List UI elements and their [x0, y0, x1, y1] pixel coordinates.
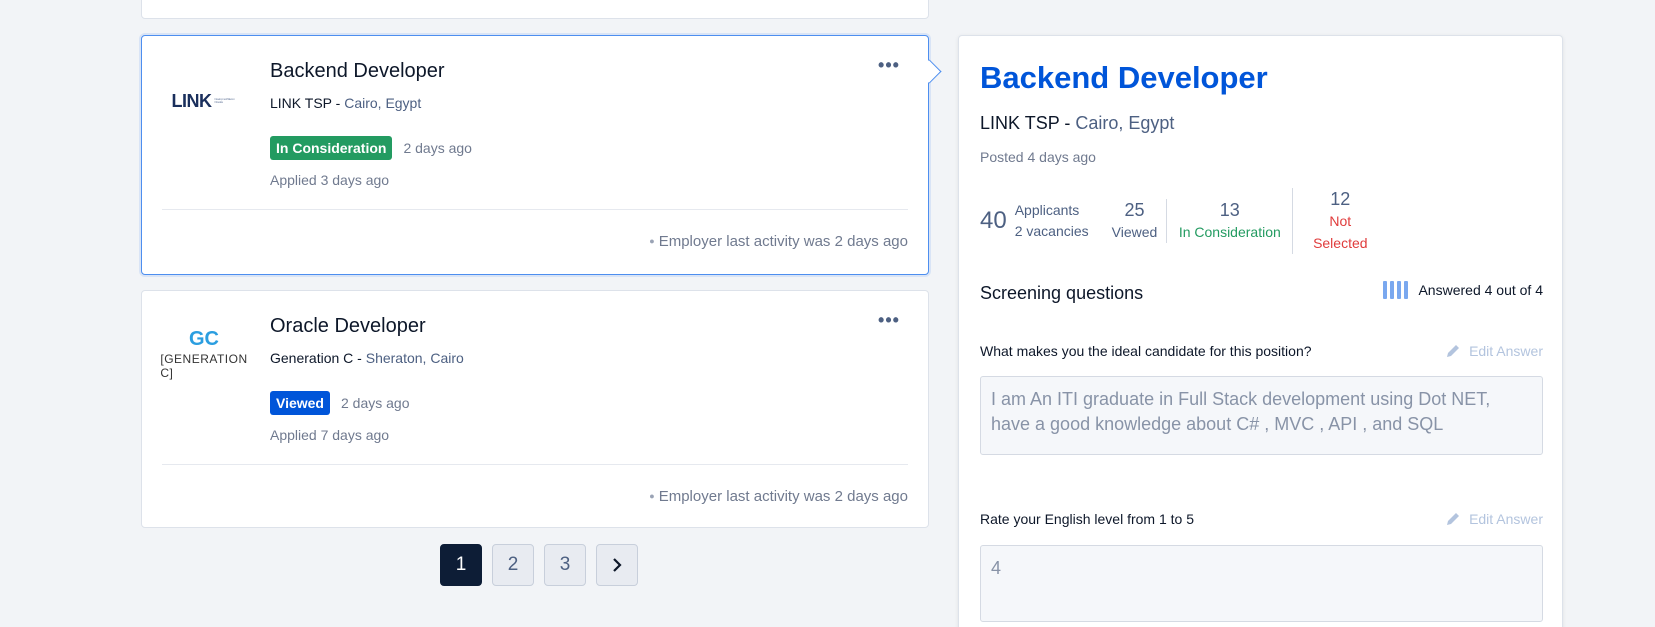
- job-card[interactable]: LINK Development Telecom Providers Backe…: [141, 35, 929, 275]
- applied-date: Applied 3 days ago: [270, 172, 390, 188]
- detail-title[interactable]: Backend Developer: [980, 60, 1268, 96]
- pagination: 1 2 3: [440, 544, 638, 586]
- company-logo: GC [GENERATION C]: [160, 327, 248, 380]
- more-options-icon[interactable]: •••: [877, 311, 901, 333]
- posted-date: Posted 4 days ago: [980, 149, 1096, 165]
- status-badge: Viewed: [270, 391, 330, 415]
- pencil-icon: [1447, 513, 1460, 525]
- pencil-icon: [1447, 345, 1460, 357]
- company-logo: LINK Development Telecom Providers: [171, 90, 236, 111]
- stat-not-selected: 12 Not Selected: [1292, 188, 1387, 254]
- question-text: What makes you the ideal candidate for t…: [980, 343, 1312, 359]
- answered-progress: Answered 4 out of 4: [1383, 281, 1543, 299]
- divider: [162, 464, 908, 465]
- more-options-icon[interactable]: •••: [877, 56, 901, 78]
- company-location: Generation C - Sheraton, Cairo: [270, 350, 464, 366]
- page-button-2[interactable]: 2: [492, 544, 534, 586]
- applied-date: Applied 7 days ago: [270, 427, 390, 443]
- answered-label: Answered 4 out of 4: [1418, 282, 1543, 298]
- company-location: LINK TSP - Cairo, Egypt: [270, 95, 422, 111]
- job-title[interactable]: Oracle Developer: [270, 315, 426, 338]
- job-location: Cairo, Egypt: [344, 95, 422, 111]
- applicant-stats: 40 Applicants 2 vacancies 25 Viewed 13 I…: [980, 188, 1387, 254]
- progress-bars-icon: [1383, 281, 1409, 299]
- question-text: Rate your English level from 1 to 5: [980, 511, 1194, 527]
- status-badge: In Consideration: [270, 136, 393, 160]
- stat-in-consideration: 13 In Consideration: [1166, 199, 1292, 243]
- divider: [162, 209, 908, 210]
- employer-activity: Employer last activity was 2 days ago: [649, 233, 908, 250]
- edit-answer-button[interactable]: Edit Answer: [1445, 511, 1543, 527]
- job-card[interactable]: GC [GENERATION C] Oracle Developer Gener…: [141, 290, 929, 528]
- employer-activity: Employer last activity was 2 days ago: [649, 488, 908, 505]
- answer-field[interactable]: I am An ITI graduate in Full Stack devel…: [980, 376, 1543, 455]
- company-name: LINK TSP: [270, 95, 332, 111]
- page-button-3[interactable]: 3: [544, 544, 586, 586]
- job-card-previous[interactable]: [141, 0, 929, 19]
- next-page-button[interactable]: [596, 544, 638, 586]
- job-location: Sheraton, Cairo: [365, 350, 464, 366]
- applicants-count: 40: [980, 207, 1007, 234]
- job-detail-panel: Backend Developer LINK TSP - Cairo, Egyp…: [958, 35, 1563, 627]
- answer-field[interactable]: 4: [980, 545, 1543, 622]
- status-time: 2 days ago: [403, 140, 472, 156]
- applicants-info: Applicants 2 vacancies: [1014, 202, 1089, 239]
- job-title[interactable]: Backend Developer: [270, 60, 445, 83]
- status-time: 2 days ago: [341, 395, 410, 411]
- edit-answer-button[interactable]: Edit Answer: [1445, 343, 1543, 359]
- status-row: Viewed 2 days ago: [270, 391, 410, 415]
- detail-company-location: LINK TSP - Cairo, Egypt: [980, 113, 1175, 133]
- stat-viewed: 25 Viewed: [1111, 200, 1158, 240]
- detail-location: Cairo, Egypt: [1075, 113, 1175, 133]
- screening-questions-title: Screening questions: [980, 283, 1144, 303]
- chevron-right-icon: [613, 558, 622, 572]
- page-button-1[interactable]: 1: [440, 544, 482, 586]
- status-row: In Consideration 2 days ago: [270, 136, 472, 160]
- detail-company-name: LINK TSP: [980, 113, 1060, 133]
- company-name: Generation C: [270, 350, 354, 366]
